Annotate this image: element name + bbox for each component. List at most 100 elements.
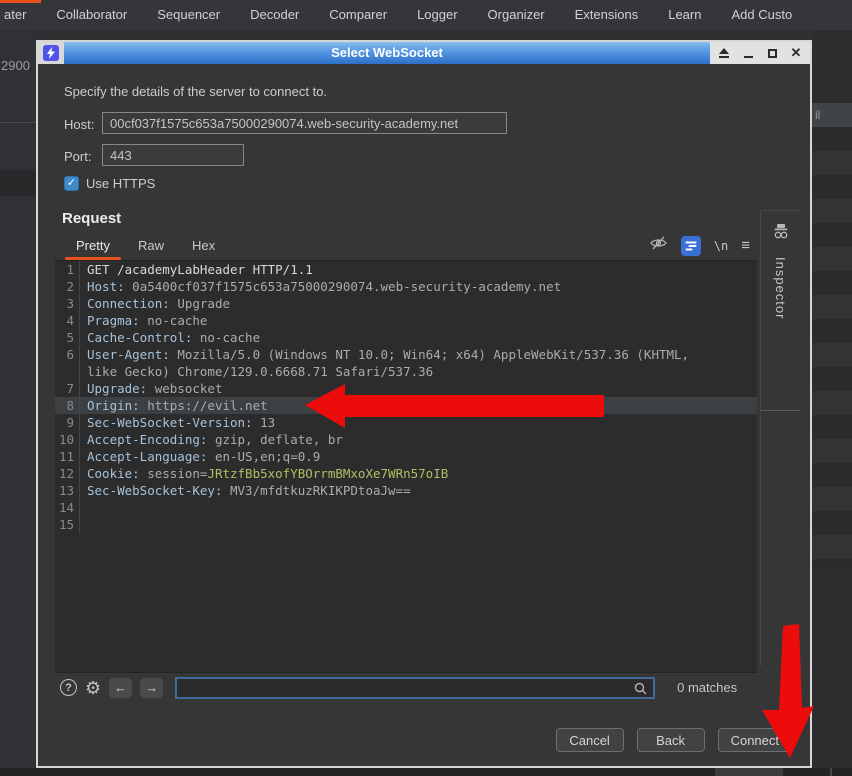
eject-bar <box>719 56 729 58</box>
inspector-tab[interactable]: Inspector <box>761 211 800 411</box>
request-line[interactable]: 12Cookie: session=JRtzfBb5xofYBOrrmBMxoX… <box>55 465 757 482</box>
inspector-sidebar: Inspector <box>760 210 800 666</box>
eject-triangle <box>719 48 729 54</box>
divider <box>715 768 783 776</box>
header-value: no-cache <box>140 313 208 328</box>
line-number: 1 <box>55 261 80 278</box>
match-count: 0 matches <box>677 680 737 695</box>
back-button[interactable]: Back <box>637 728 705 752</box>
request-line[interactable]: 4Pragma: no-cache <box>55 312 757 329</box>
header-value: https://evil.net <box>140 398 268 413</box>
shade-window-icon[interactable] <box>718 46 730 60</box>
tab-hex[interactable]: Hex <box>178 234 229 260</box>
header-value: MV3/mfdtkuzRKIKPDtoaJw== <box>222 483 410 498</box>
menu-item-organizer[interactable]: Organizer <box>473 0 560 30</box>
request-line[interactable]: 2Host: 0a5400cf037f1575c653a75000290074.… <box>55 278 757 295</box>
prettify-icon[interactable] <box>681 236 701 256</box>
menu-item-comparer[interactable]: Comparer <box>314 0 402 30</box>
request-line[interactable]: 5Cache-Control: no-cache <box>55 329 757 346</box>
divider <box>0 122 36 123</box>
menu-item-add-custo[interactable]: Add Custo <box>716 0 807 30</box>
header-value: GET /academyLabHeader HTTP/1.1 <box>87 262 313 277</box>
request-line[interactable]: 15 <box>55 516 757 533</box>
port-input[interactable] <box>102 144 244 166</box>
port-label: Port: <box>64 149 91 164</box>
background-right-panel: il <box>812 30 852 768</box>
header-value: gzip, deflate, br <box>207 432 342 447</box>
line-text: Cache-Control: no-cache <box>80 329 260 346</box>
request-view-tabs: Pretty Raw Hex <box>62 234 229 260</box>
dialog-title: Select WebSocket <box>64 42 710 64</box>
header-name: Upgrade: <box>87 381 147 396</box>
host-input[interactable] <box>102 112 507 134</box>
hamburger-menu-icon[interactable]: ≡ <box>741 237 750 254</box>
request-line[interactable]: 1 GET /academyLabHeader HTTP/1.1 <box>55 261 757 278</box>
header-name: Connection: <box>87 296 170 311</box>
divider <box>830 768 832 776</box>
header-value: websocket <box>147 381 222 396</box>
request-editor[interactable]: 1GET /academyLabHeader HTTP/1.12Host: 0a… <box>55 260 757 672</box>
menu-item-learn[interactable]: Learn <box>653 0 716 30</box>
minimize-icon[interactable] <box>742 46 754 60</box>
screen: aterCollaboratorSequencerDecoderComparer… <box>0 0 852 776</box>
maximize-icon[interactable] <box>766 46 778 60</box>
line-number: 2 <box>55 278 80 295</box>
line-text <box>80 516 87 533</box>
cancel-button[interactable]: Cancel <box>556 728 624 752</box>
menu-item-sequencer[interactable]: Sequencer <box>142 0 235 30</box>
request-panel-title: Request <box>62 210 121 227</box>
close-icon[interactable]: ✕ <box>790 46 802 60</box>
dialog-buttons: Cancel Back Connect <box>556 728 792 752</box>
header-name: Cache-Control: <box>87 330 192 345</box>
menu-item-decoder[interactable]: Decoder <box>235 0 314 30</box>
menu-item-logger[interactable]: Logger <box>402 0 472 30</box>
line-text: Host: 0a5400cf037f1575c653a75000290074.w… <box>80 278 561 295</box>
header-value: Upgrade <box>170 296 230 311</box>
background-table-rows <box>812 127 852 567</box>
next-match-button[interactable]: → <box>140 678 163 698</box>
gear-icon[interactable]: ⚙ <box>85 679 101 697</box>
line-number: 10 <box>55 431 80 448</box>
header-value: session= <box>140 466 208 481</box>
header-value: 0a5400cf037f1575c653a75000290074.web-sec… <box>125 279 562 294</box>
header-value: en-US,en;q=0.9 <box>207 449 320 464</box>
line-text: Accept-Language: en-US,en;q=0.9 <box>80 448 320 465</box>
dialog-content: Specify the details of the server to con… <box>38 64 810 766</box>
tab-pretty[interactable]: Pretty <box>62 234 124 260</box>
request-line[interactable]: 3Connection: Upgrade <box>55 295 757 312</box>
request-line[interactable]: like Gecko) Chrome/129.0.6668.71 Safari/… <box>55 363 757 380</box>
dialog-titlebar[interactable]: Select WebSocket ✕ <box>38 42 810 64</box>
line-number: 8 <box>55 397 80 414</box>
help-icon[interactable]: ? <box>60 679 77 696</box>
line-text <box>80 499 87 516</box>
origin-annotation-arrow <box>278 382 618 434</box>
use-https-row[interactable]: ✓ Use HTTPS <box>64 176 155 191</box>
menu-item-ater[interactable]: ater <box>0 0 41 30</box>
checkbox-checked-icon[interactable]: ✓ <box>64 176 79 191</box>
line-number: 11 <box>55 448 80 465</box>
request-line[interactable]: 14 <box>55 499 757 516</box>
line-number: 13 <box>55 482 80 499</box>
search-toolbar: ? ⚙ ← → 0 matches <box>55 672 757 702</box>
request-panel: Request Pretty Raw Hex <box>55 204 757 704</box>
prev-match-button[interactable]: ← <box>109 678 132 698</box>
app-icon-wrap <box>38 42 64 64</box>
line-text: Origin: https://evil.net <box>80 397 268 414</box>
newline-icon[interactable]: \n <box>714 239 728 253</box>
menu-item-collaborator[interactable]: Collaborator <box>41 0 142 30</box>
request-line[interactable]: 11Accept-Language: en-US,en;q=0.9 <box>55 448 757 465</box>
line-text: Sec-WebSocket-Key: MV3/mfdtkuzRKIKPDtoaJ… <box>80 482 411 499</box>
header-name: Accept-Language: <box>87 449 207 464</box>
search-input[interactable] <box>177 680 653 695</box>
header-name: Sec-WebSocket-Version: <box>87 415 253 430</box>
dialog-description: Specify the details of the server to con… <box>64 84 327 99</box>
request-line[interactable]: 13Sec-WebSocket-Key: MV3/mfdtkuzRKIKPDto… <box>55 482 757 499</box>
request-line[interactable]: 6User-Agent: Mozilla/5.0 (Windows NT 10.… <box>55 346 757 363</box>
search-field-wrap <box>175 677 655 699</box>
line-text: Sec-WebSocket-Version: 13 <box>80 414 275 431</box>
inspector-label: Inspector <box>773 257 788 319</box>
menu-item-extensions[interactable]: Extensions <box>560 0 654 30</box>
hide-icon[interactable] <box>649 235 668 256</box>
tab-raw[interactable]: Raw <box>124 234 178 260</box>
background-selected-row: il <box>812 103 852 127</box>
